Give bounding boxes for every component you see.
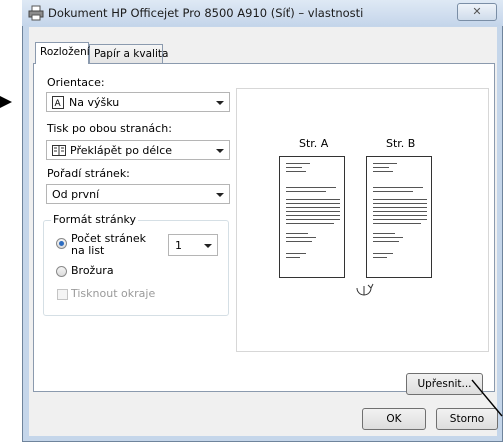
- flip-rotate-icon: [356, 283, 374, 296]
- duplex-combo[interactable]: Překlápět po délce: [46, 140, 230, 160]
- page-order-value: Od první: [52, 188, 100, 201]
- booklet-radio[interactable]: [56, 266, 67, 277]
- ok-button[interactable]: OK: [362, 408, 426, 430]
- chevron-down-icon: [216, 101, 224, 105]
- duplex-label: Tisk po obou stranách:: [47, 122, 172, 135]
- window-title: Dokument HP Officejet Pro 8500 A910 (Síť…: [48, 6, 364, 20]
- page-format-legend: Formát stránky: [51, 213, 139, 226]
- close-button[interactable]: ✕: [457, 3, 497, 21]
- chevron-down-icon: [204, 244, 212, 248]
- page-order-label: Pořadí stránek:: [47, 167, 130, 180]
- close-icon: ✕: [472, 5, 482, 18]
- page-a-label: Str. A: [299, 137, 329, 150]
- page-b-label: Str. B: [386, 137, 416, 150]
- preview-page-b: [366, 156, 432, 278]
- orientation-label: Orientace:: [47, 76, 105, 89]
- chevron-down-icon: [216, 149, 224, 153]
- duplex-icon: [52, 145, 66, 156]
- tab-layout[interactable]: Rozložení: [35, 42, 90, 64]
- pages-per-sheet-label: Počet stránek na list: [71, 232, 147, 257]
- orientation-combo[interactable]: A Na výšku: [46, 92, 230, 112]
- portrait-icon: A: [52, 96, 64, 109]
- annotation-arrow-left: [0, 96, 12, 108]
- preview-page-a: [279, 156, 345, 278]
- pages-per-sheet-combo[interactable]: 1: [168, 234, 218, 256]
- orientation-value: Na výšku: [69, 96, 120, 109]
- duplex-value: Překlápět po délce: [70, 144, 173, 157]
- printer-icon: [28, 5, 44, 21]
- pages-per-sheet-radio[interactable]: [56, 238, 67, 249]
- page-order-combo[interactable]: Od první: [46, 184, 230, 204]
- pages-per-sheet-value: 1: [175, 239, 182, 252]
- booklet-label: Brožura: [71, 264, 114, 277]
- svg-text:A: A: [55, 99, 62, 109]
- chevron-down-icon: [216, 193, 224, 197]
- tab-paper-quality[interactable]: Papír a kvalita: [89, 44, 168, 64]
- print-borders-checkbox[interactable]: [57, 289, 68, 300]
- print-borders-label: Tisknout okraje: [71, 287, 156, 300]
- annotation-pointer-line: [471, 379, 503, 417]
- layout-preview: [236, 88, 489, 352]
